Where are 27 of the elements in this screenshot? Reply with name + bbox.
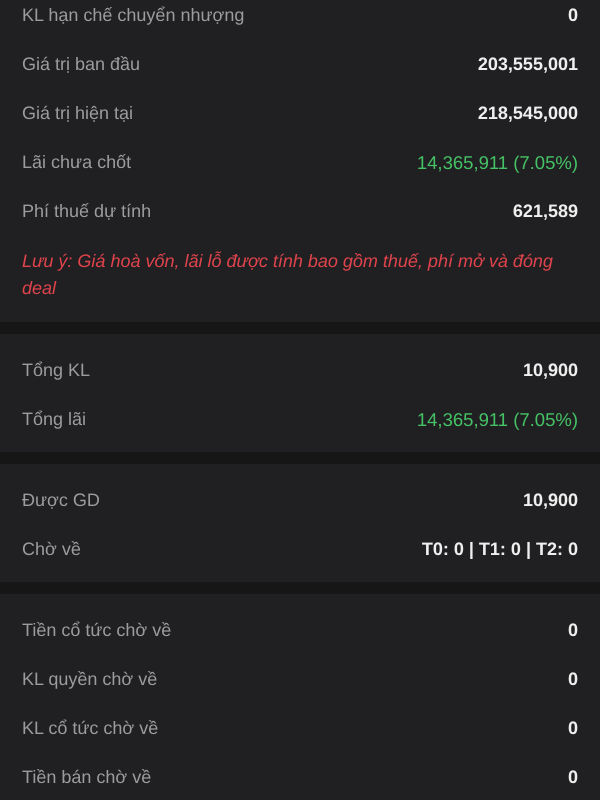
field-label: Chờ về — [22, 539, 81, 560]
field-label: Tiền cổ tức chờ về — [22, 620, 172, 641]
field-value: 14,365,911 (7.05%) — [416, 408, 578, 430]
field-value: 14,365,911 (7.05%) — [416, 152, 578, 174]
field-label: Phí thuế dự tính — [22, 201, 152, 222]
field-value: 218,545,000 — [478, 103, 578, 124]
field-value: 0 — [568, 620, 578, 641]
field-label: Lãi chưa chốt — [22, 152, 132, 173]
field-value: 621,589 — [512, 201, 578, 222]
warning-note: Lưu ý: Giá hoà vốn, lãi lỗ được tính bao gồm thuế, phí mở và đóng deal — [22, 250, 554, 300]
field-label: KL quyền chờ về — [22, 669, 158, 690]
field-label: KL hạn chế chuyển nhượng — [22, 5, 244, 26]
field-label: Giá trị hiện tại — [22, 103, 134, 124]
field-value: 10,900 — [522, 490, 578, 511]
field-value: 0 — [568, 669, 578, 690]
field-label: Tổng KL — [22, 360, 90, 381]
field-value: T0: 0 | T1: 0 | T2: 0 — [422, 539, 578, 560]
field-value: 0 — [568, 5, 578, 26]
field-value: 203,555,001 — [478, 54, 578, 75]
field-value: 0 — [568, 767, 578, 788]
field-label: Tổng lãi — [22, 409, 86, 430]
field-value: 10,900 — [522, 360, 578, 381]
field-label: Tiền bán chờ về — [22, 767, 152, 788]
field-label: KL cổ tức chờ về — [22, 718, 158, 739]
field-label: Giá trị ban đầu — [22, 54, 140, 75]
field-value: 0 — [568, 718, 578, 739]
field-label: Được GD — [22, 490, 100, 511]
